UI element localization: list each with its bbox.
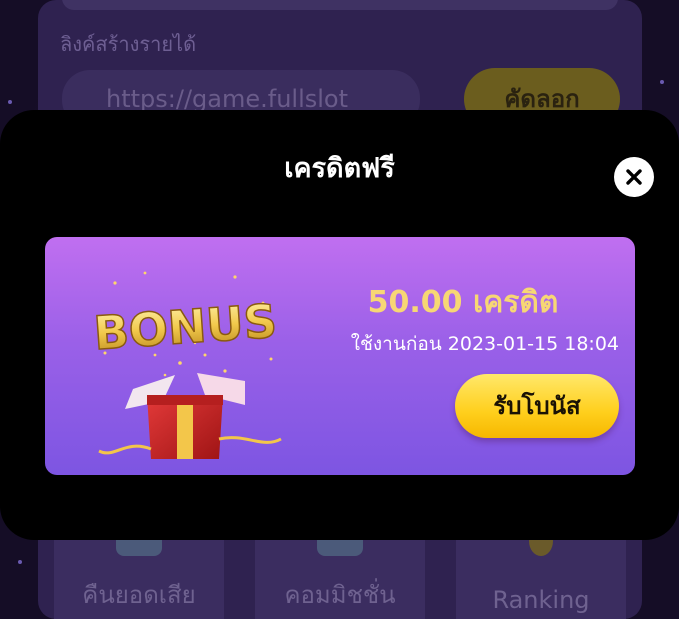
tile-label: Ranking — [492, 586, 590, 614]
tile-label: คอมมิชชั่น — [284, 581, 396, 609]
star-decoration — [18, 560, 22, 564]
star-decoration — [8, 100, 12, 104]
bonus-word: BONUS — [92, 294, 278, 361]
close-button[interactable] — [614, 157, 654, 197]
expiry-text: ใช้งานก่อน 2023-01-15 18:04 — [350, 333, 619, 355]
close-icon — [626, 169, 642, 185]
modal-title: เครดิตฟรี — [284, 153, 395, 184]
claim-bonus-button[interactable]: รับโบนัส — [455, 374, 619, 438]
tile-label: คืนยอดเสีย — [82, 581, 196, 609]
link-label: ลิงค์สร้างรายได้ — [60, 32, 197, 56]
star-decoration — [660, 80, 664, 84]
background-input — [62, 0, 618, 10]
credit-amount: 50.00 เครดิต — [367, 285, 559, 320]
bonus-gift-icon: BONUS — [91, 271, 282, 459]
bonus-card: BONUS 50.00 เครดิต ใช้งานก่อน 2023-01-15… — [45, 237, 635, 475]
